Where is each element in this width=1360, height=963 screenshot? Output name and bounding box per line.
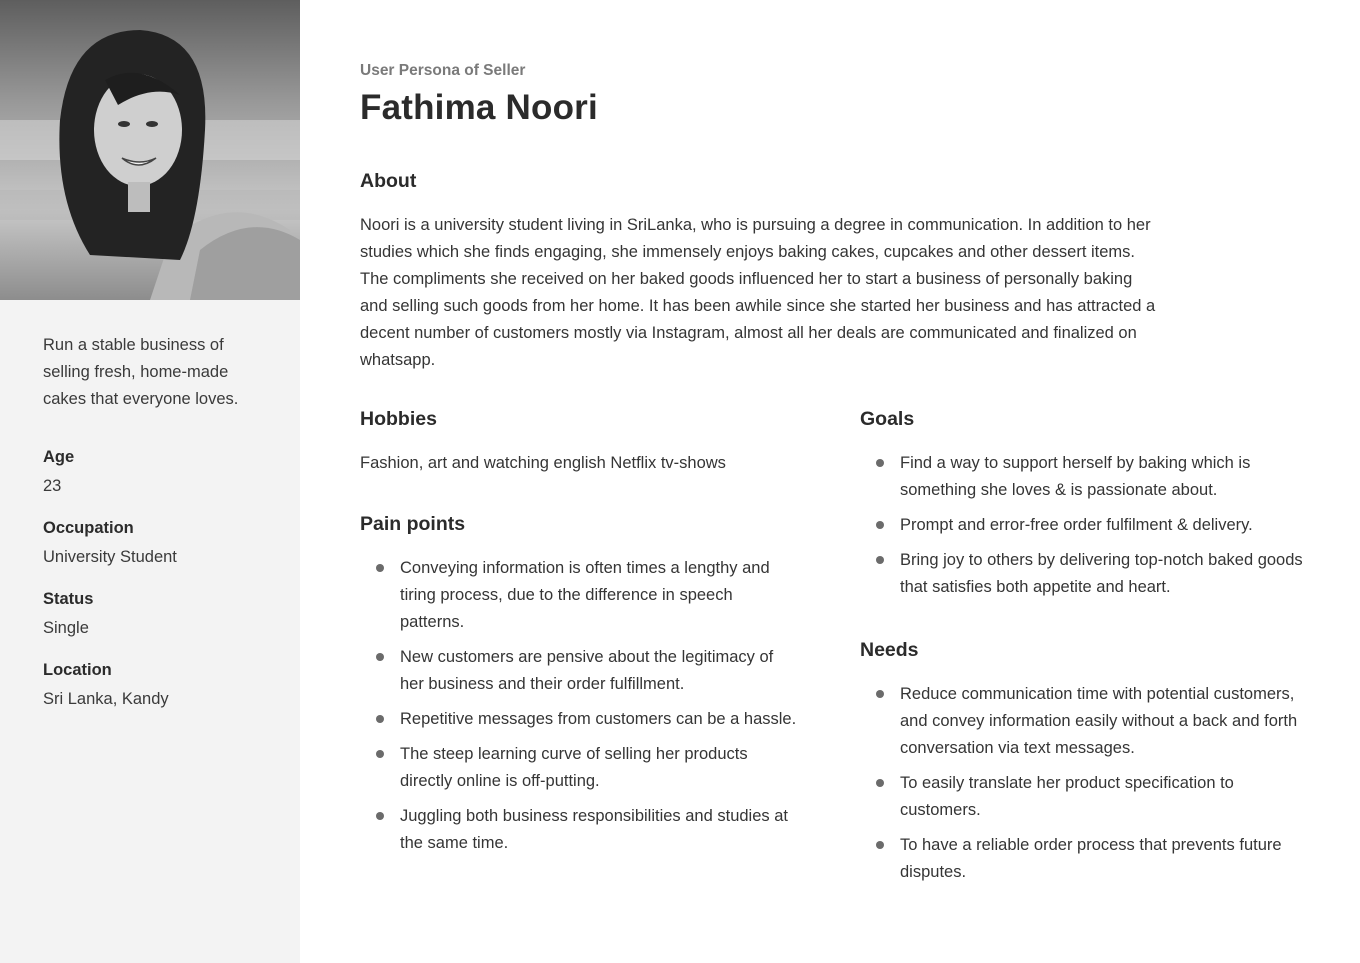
left-column: Hobbies Fashion, art and watching englis… bbox=[360, 408, 800, 865]
fact-label: Occupation bbox=[43, 519, 134, 537]
list-item: Reduce communication time with potential… bbox=[860, 681, 1310, 762]
list-item: New customers are pensive about the legi… bbox=[360, 644, 800, 698]
fact-status: Status Single bbox=[43, 586, 273, 644]
goals-title: Goals bbox=[860, 408, 915, 430]
persona-facts: Age 23 Occupation University Student Sta… bbox=[43, 444, 273, 728]
list-item: Juggling both business responsibilities … bbox=[360, 803, 800, 857]
needs-list: Reduce communication time with potential… bbox=[860, 681, 1310, 886]
goals-list: Find a way to support herself by baking … bbox=[860, 450, 1310, 601]
persona-page: Run a stable business of selling fresh, … bbox=[0, 0, 1360, 963]
needs-title: Needs bbox=[860, 639, 919, 661]
about-text: Noori is a university student living in … bbox=[360, 216, 1156, 369]
list-item: Find a way to support herself by baking … bbox=[860, 450, 1310, 504]
fact-value: Sri Lanka, Kandy bbox=[43, 690, 169, 708]
fact-label: Status bbox=[43, 590, 94, 608]
list-item: Repetitive messages from customers can b… bbox=[360, 706, 800, 733]
page-eyebrow: User Persona of Seller bbox=[360, 62, 526, 79]
fact-value: University Student bbox=[43, 548, 177, 566]
list-item: To easily translate her product specific… bbox=[860, 770, 1310, 824]
list-item: The steep learning curve of selling her … bbox=[360, 741, 800, 795]
fact-label: Location bbox=[43, 661, 112, 679]
list-item: To have a reliable order process that pr… bbox=[860, 832, 1310, 886]
list-item: Bring joy to others by delivering top-no… bbox=[860, 547, 1310, 601]
persona-photo bbox=[0, 0, 300, 300]
fact-label: Age bbox=[43, 448, 75, 466]
sidebar: Run a stable business of selling fresh, … bbox=[0, 0, 300, 963]
pain-points-list: Conveying information is often times a l… bbox=[360, 555, 800, 857]
hobbies-title: Hobbies bbox=[360, 408, 437, 430]
fact-location: Location Sri Lanka, Kandy bbox=[43, 657, 273, 715]
about-title: About bbox=[360, 170, 417, 192]
list-item: Conveying information is often times a l… bbox=[360, 555, 800, 636]
persona-tagline: Run a stable business of selling fresh, … bbox=[43, 336, 239, 408]
fact-value: Single bbox=[43, 619, 89, 637]
right-column: Goals Find a way to support herself by b… bbox=[860, 408, 1310, 894]
fact-value: 23 bbox=[43, 477, 62, 495]
page-title: Fathima Noori bbox=[360, 88, 598, 127]
list-item: Prompt and error-free order fulfilment &… bbox=[860, 512, 1310, 539]
fact-age: Age 23 bbox=[43, 444, 273, 502]
hobbies-text: Fashion, art and watching english Netfli… bbox=[360, 454, 726, 472]
fact-occupation: Occupation University Student bbox=[43, 515, 273, 573]
pain-points-title: Pain points bbox=[360, 513, 466, 535]
